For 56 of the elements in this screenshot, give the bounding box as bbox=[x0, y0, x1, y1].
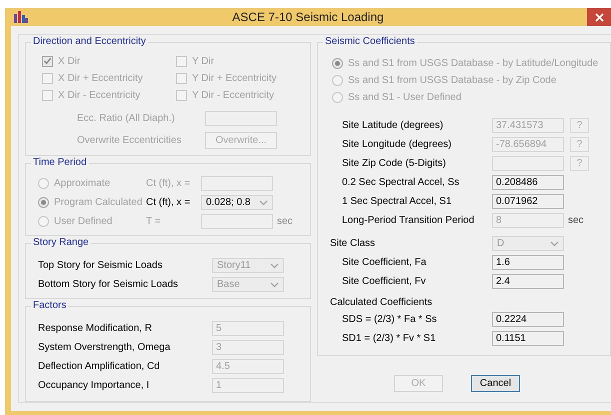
input-field[interactable]: 2.4 bbox=[492, 274, 564, 289]
field-label: Top Story for Seismic Loads bbox=[38, 259, 164, 273]
section-label: Calculated Coefficients bbox=[329, 297, 434, 308]
group-title: Seismic Coefficients bbox=[323, 36, 417, 47]
input-field[interactable] bbox=[201, 176, 273, 191]
input-field[interactable] bbox=[201, 214, 273, 229]
group-title: Factors bbox=[31, 300, 68, 311]
window-title: ASCE 7-10 Seismic Loading bbox=[231, 10, 385, 24]
field-label: SDS = (2/3) * Fa * Ss bbox=[342, 313, 438, 327]
field-label: Site Coefficient, Fv bbox=[342, 275, 427, 289]
group-title: Story Range bbox=[31, 237, 91, 248]
app-icon bbox=[13, 10, 29, 24]
field-label: 1 Sec Spectral Accel, S1 bbox=[342, 195, 453, 209]
field-label: Bottom Story for Seismic Loads bbox=[38, 278, 180, 292]
field-label: System Overstrength, Omega bbox=[38, 341, 172, 355]
input-field[interactable]: 4.5 bbox=[212, 359, 284, 374]
dropdown[interactable]: Base bbox=[212, 277, 284, 292]
input-field[interactable]: 1 bbox=[212, 378, 284, 393]
field-label: Site Class bbox=[330, 237, 376, 251]
field-label: Deflection Amplification, Cd bbox=[38, 360, 161, 374]
field-label: Ct (ft), x = bbox=[146, 196, 192, 210]
chevron-down-icon bbox=[550, 240, 559, 246]
field-label: SD1 = (2/3) * Fv * S1 bbox=[342, 332, 437, 346]
group-title: Direction and Eccentricity bbox=[31, 36, 148, 47]
dropdown[interactable]: D bbox=[492, 236, 564, 251]
field-label: Overwrite Eccentricities bbox=[77, 134, 182, 148]
close-icon bbox=[594, 12, 604, 22]
input-field[interactable]: 0.1151 bbox=[492, 331, 564, 346]
field-label: 0.2 Sec Spectral Accel, Ss bbox=[342, 176, 460, 190]
cancel-button[interactable]: Cancel bbox=[471, 375, 520, 392]
dropdown[interactable]: 0.028; 0.8 bbox=[201, 195, 273, 210]
check-icon bbox=[43, 56, 52, 66]
dropdown[interactable]: Story11 bbox=[212, 258, 284, 273]
input-field[interactable]: 0.071962 bbox=[492, 194, 564, 209]
input-field[interactable]: 0.2224 bbox=[492, 312, 564, 327]
field-label: T = bbox=[146, 215, 162, 229]
field-label: Site Longitude (degrees) bbox=[342, 138, 453, 152]
chevron-down-icon bbox=[270, 282, 279, 288]
chevron-down-icon bbox=[259, 200, 268, 206]
close-button[interactable] bbox=[587, 8, 611, 26]
field-label: Ct (ft), x = bbox=[146, 177, 192, 191]
field-label: Occupancy Importance, I bbox=[38, 379, 150, 393]
field-label: Long-Period Transition Period bbox=[342, 214, 476, 228]
field-label: Response Modification, R bbox=[38, 322, 153, 336]
field-label: Site Coefficient, Fa bbox=[342, 256, 428, 270]
group-title: Time Period bbox=[31, 157, 89, 168]
field-label: Site Latitude (degrees) bbox=[342, 119, 444, 133]
input-field[interactable]: 0.208486 bbox=[492, 175, 564, 190]
field-label: Site Zip Code (5-Digits) bbox=[342, 157, 447, 171]
field-label: Ecc. Ratio (All Diaph.) bbox=[77, 112, 176, 126]
input-field[interactable]: 1.6 bbox=[492, 255, 564, 270]
unit-label: sec bbox=[567, 215, 585, 226]
input-field[interactable]: 3 bbox=[212, 340, 284, 355]
chevron-down-icon bbox=[270, 262, 279, 268]
input-field[interactable]: 5 bbox=[212, 321, 284, 336]
unit-label: sec bbox=[276, 216, 294, 227]
